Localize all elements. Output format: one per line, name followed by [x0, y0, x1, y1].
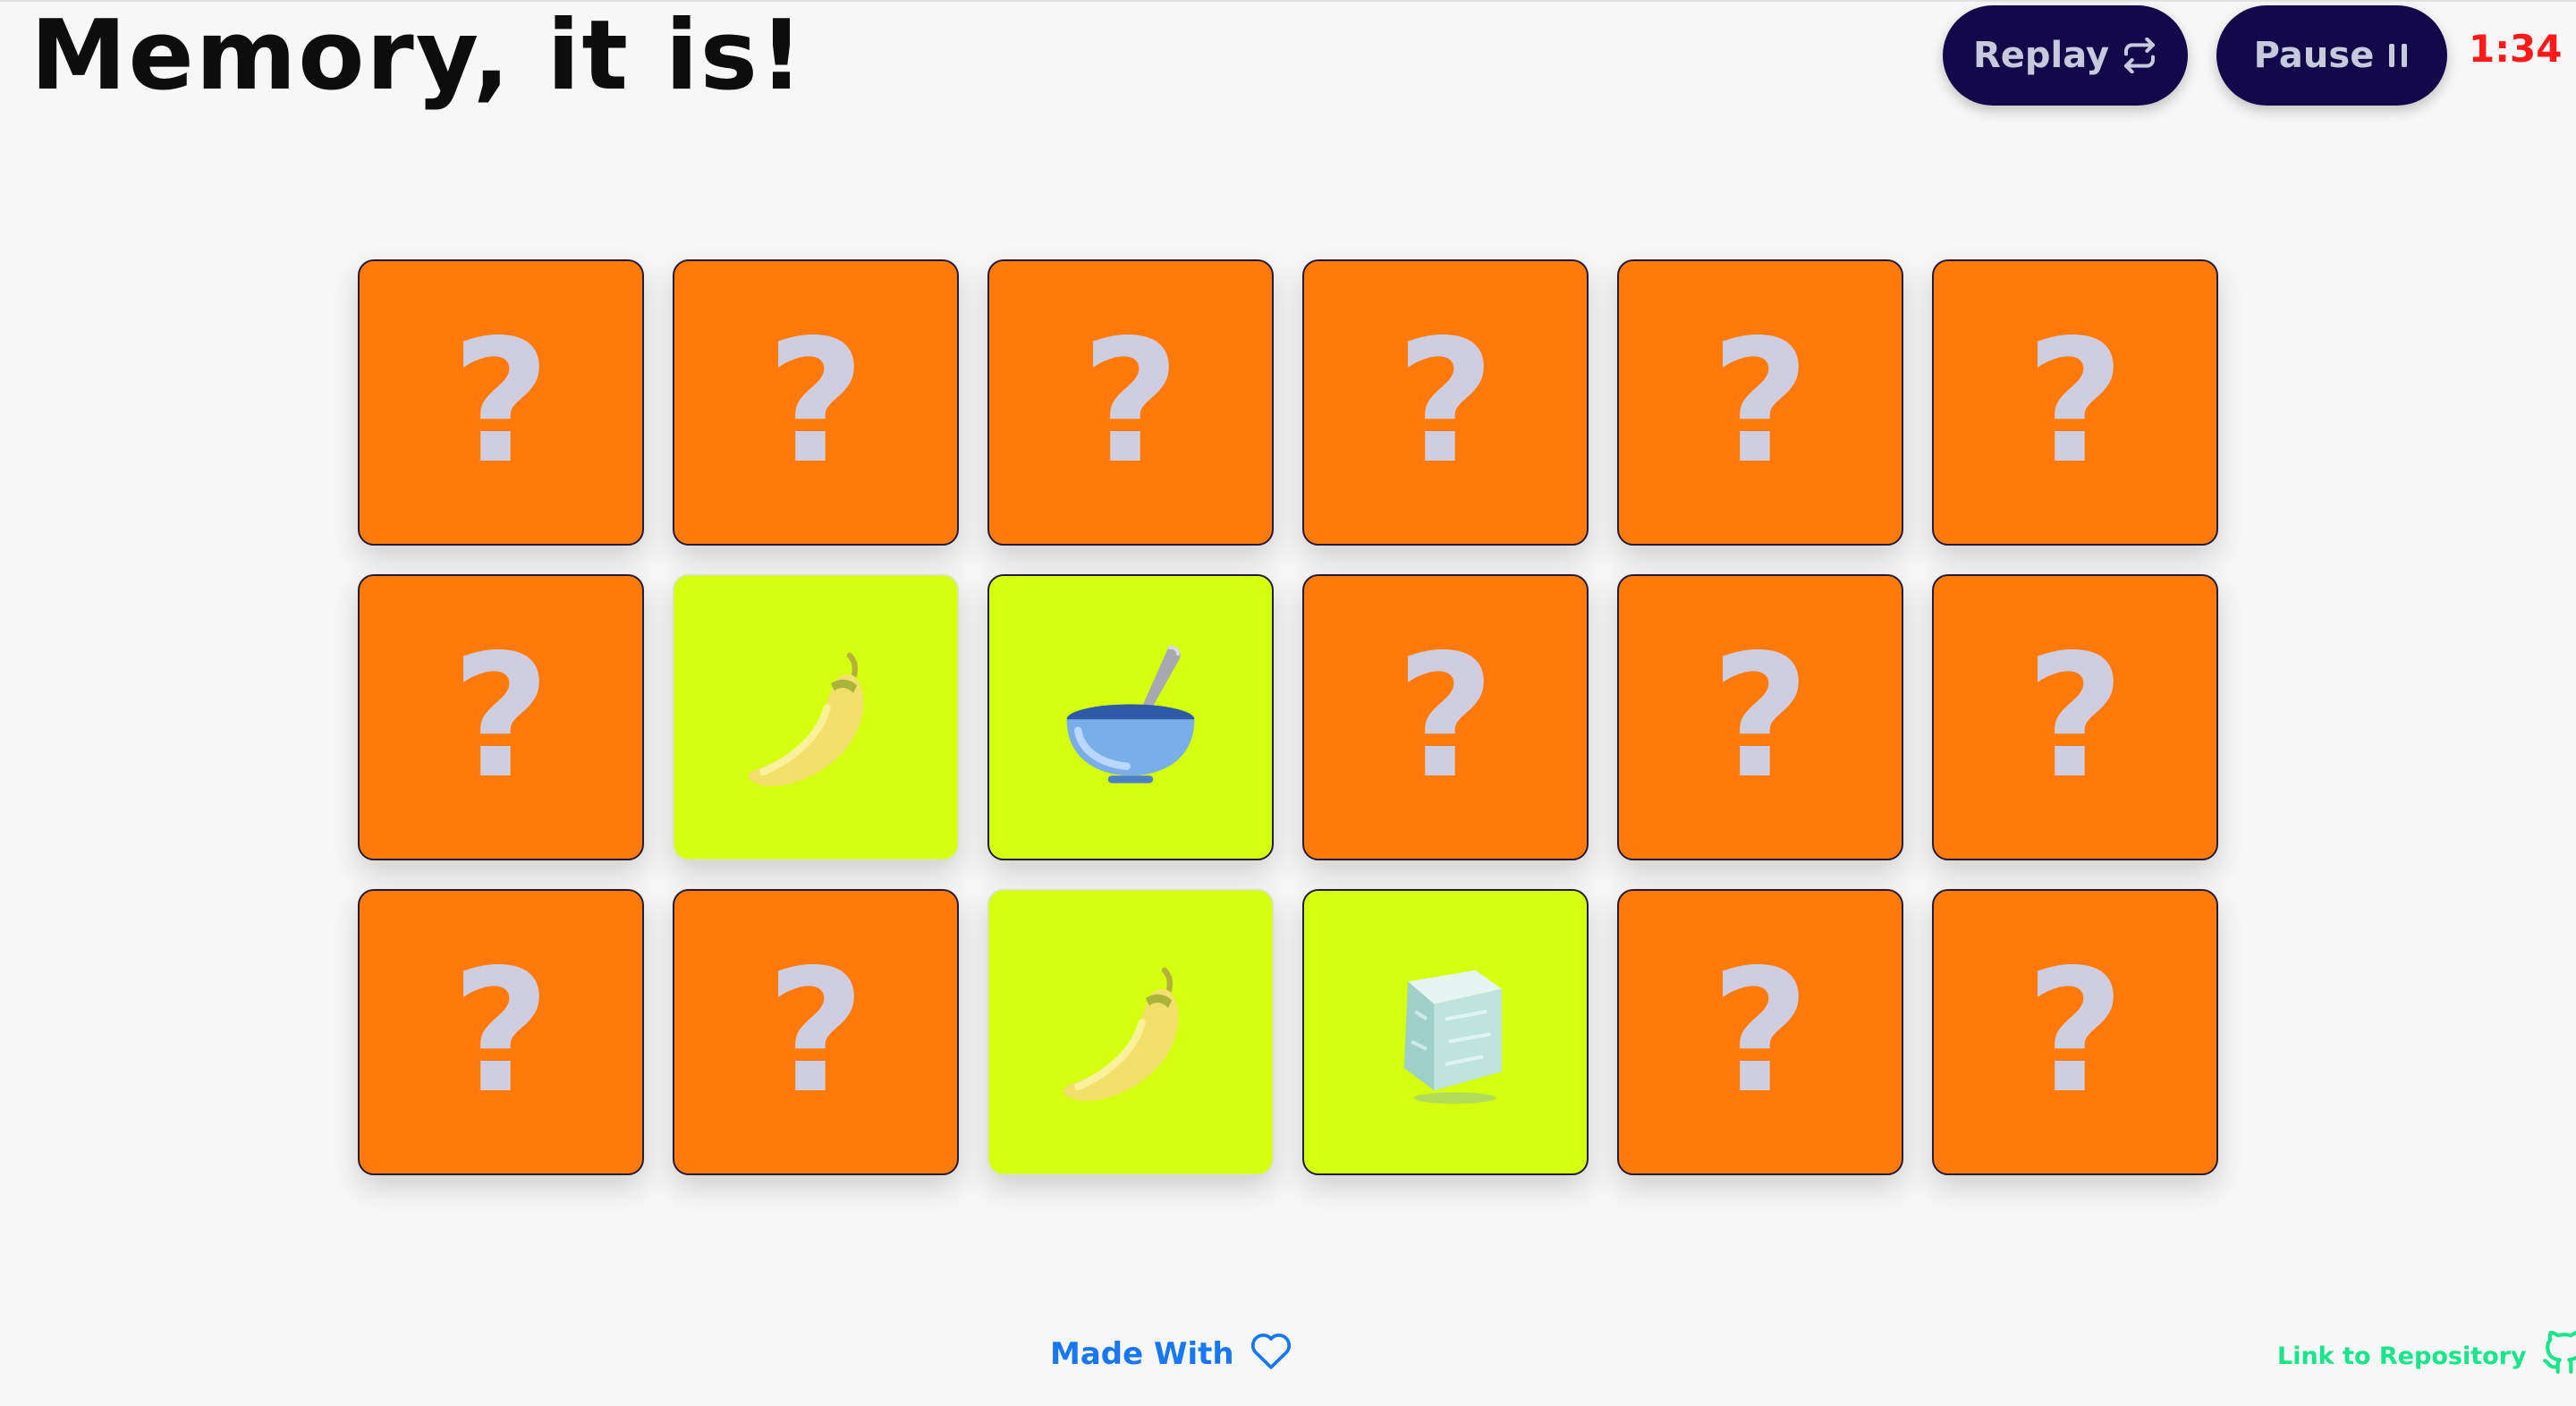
card-hidden[interactable]: ?: [1617, 574, 1903, 860]
card-hidden[interactable]: ?: [358, 574, 644, 860]
question-mark: ?: [2025, 303, 2125, 501]
card-hidden[interactable]: ?: [1617, 259, 1903, 546]
question-mark: ?: [1395, 303, 1496, 501]
card-hidden[interactable]: ?: [673, 259, 959, 546]
card-hidden[interactable]: ?: [1932, 889, 2218, 1175]
page-title: Memory, it is!: [30, 0, 806, 112]
card-matched[interactable]: [987, 889, 1274, 1175]
replay-button[interactable]: Replay: [1943, 5, 2188, 106]
question-mark: ?: [1080, 303, 1181, 501]
github-icon: [2541, 1330, 2576, 1382]
replay-label: Replay: [1972, 35, 2110, 76]
bowl-with-spoon-icon: [1037, 622, 1224, 813]
pause-icon: [2386, 42, 2410, 69]
question-mark: ?: [451, 618, 551, 816]
card-hidden[interactable]: ?: [987, 259, 1274, 546]
card-hidden[interactable]: ?: [358, 889, 644, 1175]
card-revealed[interactable]: [987, 574, 1274, 860]
card-hidden[interactable]: ?: [358, 259, 644, 546]
card-hidden[interactable]: ?: [673, 889, 959, 1175]
card-revealed[interactable]: [1302, 889, 1589, 1175]
made-with-credit: Made With: [1050, 1329, 1293, 1378]
question-mark: ?: [766, 933, 866, 1131]
ice-cube-icon: [1352, 936, 1539, 1128]
question-mark: ?: [1710, 303, 1810, 501]
repository-link-label: Link to Repository: [2277, 1342, 2527, 1370]
memory-board: ??????????????: [358, 259, 2218, 1175]
question-mark: ?: [1710, 618, 1810, 816]
pause-button[interactable]: Pause: [2216, 5, 2447, 106]
card-matched[interactable]: [673, 574, 959, 860]
game-timer: 1:34: [2469, 27, 2563, 71]
made-with-label: Made With: [1050, 1335, 1234, 1372]
chili-pepper-icon: [722, 622, 910, 813]
question-mark: ?: [1710, 933, 1810, 1131]
replay-icon: [2122, 38, 2157, 73]
card-hidden[interactable]: ?: [1932, 259, 2218, 546]
question-mark: ?: [1395, 618, 1496, 816]
heart-icon: [1249, 1329, 1293, 1378]
repository-link[interactable]: Link to Repository: [2277, 1330, 2576, 1382]
question-mark: ?: [2025, 933, 2125, 1131]
card-hidden[interactable]: ?: [1617, 889, 1903, 1175]
card-hidden[interactable]: ?: [1302, 259, 1589, 546]
question-mark: ?: [451, 933, 551, 1131]
pause-label: Pause: [2253, 35, 2375, 76]
chili-pepper-icon: [1037, 936, 1224, 1128]
card-hidden[interactable]: ?: [1932, 574, 2218, 860]
question-mark: ?: [451, 303, 551, 501]
card-hidden[interactable]: ?: [1302, 574, 1589, 860]
question-mark: ?: [2025, 618, 2125, 816]
question-mark: ?: [766, 303, 866, 501]
